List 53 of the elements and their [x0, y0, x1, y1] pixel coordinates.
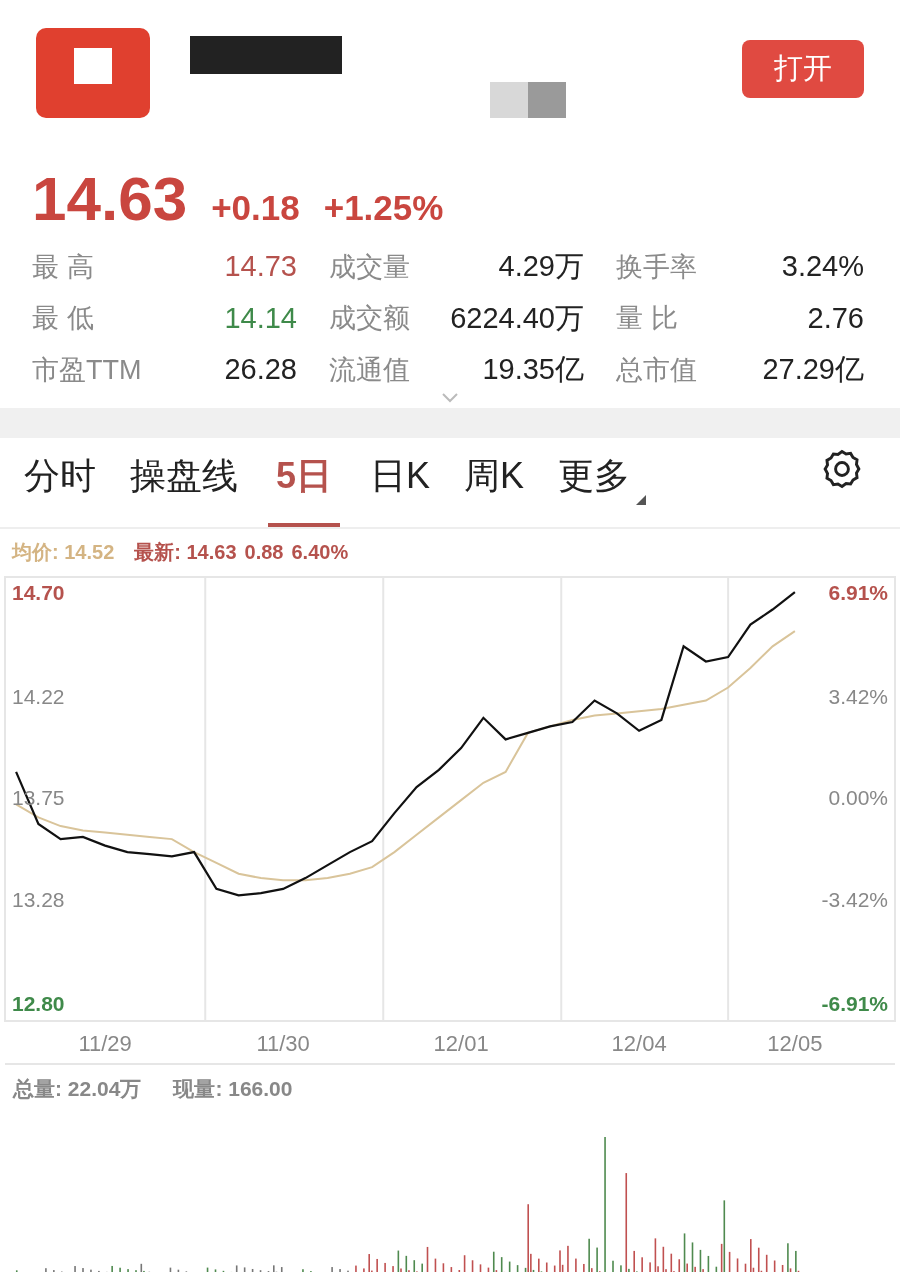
- stat-label: 成交量: [329, 250, 410, 284]
- price-tick-label: 12.80: [12, 992, 65, 1016]
- stat-label: 市盈TTM: [32, 353, 142, 387]
- chart-tab[interactable]: 日K: [366, 448, 435, 527]
- price-change: +0.18: [211, 187, 300, 230]
- stat-value: 19.35亿: [482, 352, 584, 388]
- total-volume-label: 总量: 22.04万: [13, 1075, 142, 1102]
- price-tick-label: 14.70: [12, 580, 65, 604]
- stat-value: 6224.40万: [450, 300, 584, 336]
- date-label: 11/29: [78, 1030, 132, 1056]
- chart-tab[interactable]: 操盘线: [126, 448, 242, 527]
- current-volume-label: 现量: 166.00: [173, 1075, 293, 1102]
- stat-value: 27.29亿: [762, 352, 864, 388]
- corner-triangle-icon: [636, 494, 647, 505]
- redacted-block: [490, 82, 528, 118]
- stat-label: 流通值: [329, 353, 410, 387]
- stat-label: 最 高: [32, 250, 94, 284]
- stat-value: 14.14: [224, 300, 297, 336]
- chart-tab[interactable]: 5日: [268, 448, 341, 527]
- stat-label: 总市值: [616, 353, 697, 387]
- date-label: 12/01: [433, 1030, 489, 1056]
- latest-price-label: 最新: 14.63: [134, 539, 237, 565]
- open-button[interactable]: 打开: [742, 40, 864, 98]
- date-label: 12/05: [767, 1030, 823, 1056]
- percent-tick-label: -3.42%: [821, 888, 888, 912]
- stat-label: 成交额: [329, 302, 410, 336]
- price-tick-label: 14.22: [12, 684, 65, 708]
- stat-label: 量 比: [616, 302, 678, 336]
- latest-change: 0.88: [244, 539, 284, 565]
- stat-value: 26.28: [224, 352, 297, 388]
- chevron-down-icon: [441, 391, 459, 404]
- redacted-block: [528, 82, 566, 118]
- price-change-percent: +1.25%: [323, 187, 444, 230]
- date-label: 11/30: [256, 1030, 310, 1056]
- stat-value: 14.73: [224, 249, 297, 285]
- date-label: 12/04: [611, 1030, 667, 1056]
- stat-label: 换手率: [616, 250, 697, 284]
- stat-label: 最 低: [32, 302, 94, 336]
- app-logo-icon: [36, 28, 150, 118]
- percent-tick-label: 3.42%: [828, 684, 888, 708]
- average-price-label: 均价: 14.52: [12, 539, 115, 565]
- stat-value: 3.24%: [781, 249, 864, 285]
- chart-tab[interactable]: 周K: [460, 448, 529, 527]
- percent-tick-label: 6.91%: [828, 580, 888, 604]
- chart-tab[interactable]: 更多: [554, 448, 635, 527]
- percent-tick-label: 0.00%: [828, 786, 888, 810]
- stat-value: 2.76: [807, 300, 864, 336]
- percent-tick-label: -6.91%: [821, 992, 888, 1016]
- current-price: 14.63: [32, 163, 188, 236]
- latest-change-percent: 6.40%: [291, 539, 349, 565]
- stat-value: 4.29万: [498, 249, 584, 285]
- price-tick-label: 13.28: [12, 888, 65, 912]
- chart-tab[interactable]: 分时: [20, 448, 100, 527]
